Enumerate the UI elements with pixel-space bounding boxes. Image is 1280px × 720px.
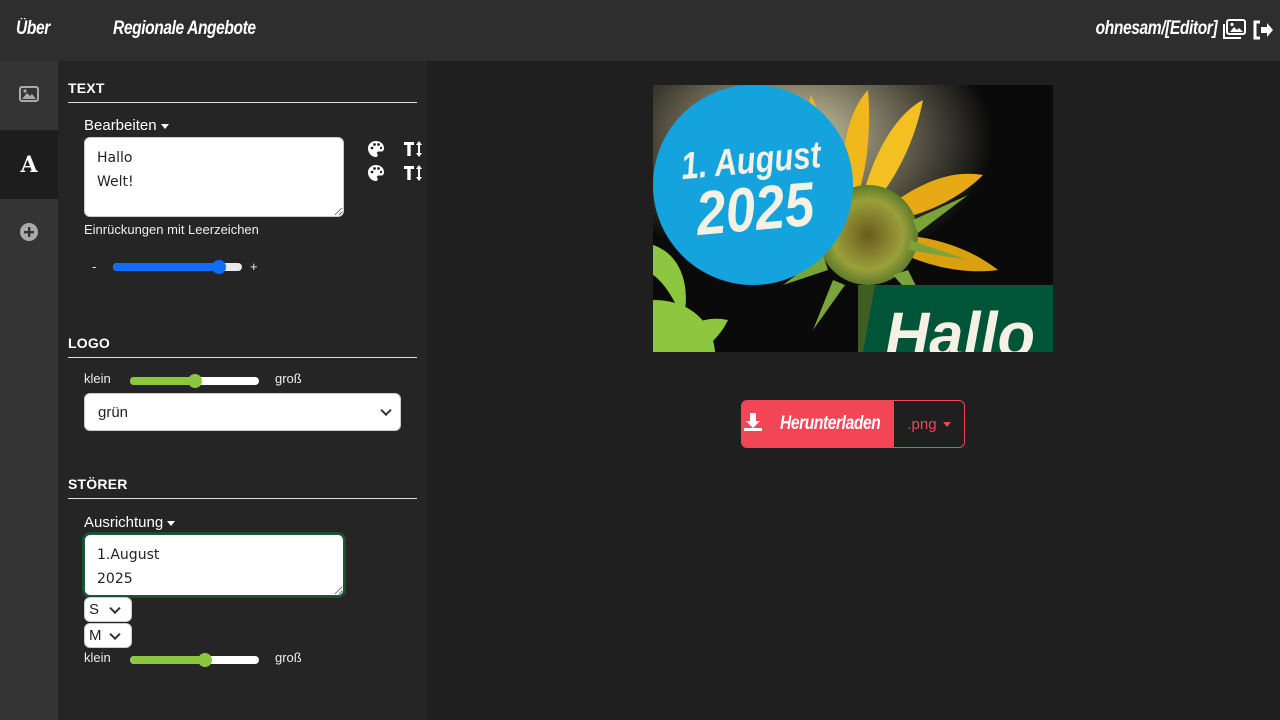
palette-icon[interactable] <box>367 140 385 162</box>
size-minus-button[interactable]: - <box>92 259 96 274</box>
text-size-slider[interactable] <box>113 260 242 274</box>
user-editor-link[interactable]: ohnesam/[Editor] <box>1095 18 1217 40</box>
logo-size-min-label: klein <box>84 371 111 386</box>
text-size-slider-thumb[interactable] <box>211 260 226 274</box>
rail-image-button[interactable] <box>0 61 58 130</box>
download-button-group: Herunterladen .png <box>741 400 965 448</box>
stoerer-size-slider-thumb[interactable] <box>197 653 212 667</box>
text-size-icon[interactable] <box>403 164 423 186</box>
stoerer-text-input[interactable] <box>84 534 344 596</box>
stoerer-position-select[interactable]: S <box>84 597 132 622</box>
regional-offers-link[interactable]: Regionale Angebote <box>113 18 256 40</box>
logout-icon[interactable] <box>1252 19 1276 41</box>
tool-rail: A <box>0 61 58 720</box>
gallery-icon[interactable] <box>1222 19 1246 41</box>
rail-text-button[interactable]: A <box>0 130 58 199</box>
about-link[interactable]: Über <box>16 18 50 40</box>
format-label: .png <box>907 415 937 433</box>
indent-hint: Einrückungen mit Leerzeichen <box>84 222 259 237</box>
top-navbar: Über Regionale Angebote ohnesam/[Editor] <box>0 0 1280 61</box>
stoerer-size-max-label: groß <box>275 650 302 665</box>
download-button-label: Herunterladen <box>780 413 881 434</box>
palette-icon[interactable] <box>367 164 385 186</box>
badge-line-2: 2025 <box>693 170 819 249</box>
logo-color-select-value: grün <box>98 403 129 421</box>
text-size-icon[interactable] <box>403 140 423 162</box>
text-icon: A <box>20 151 38 178</box>
chevron-down-icon <box>380 404 392 417</box>
logo-size-max-label: groß <box>275 371 302 386</box>
chevron-down-icon <box>109 602 121 614</box>
alignment-dropdown-label: Ausrichtung <box>84 514 164 531</box>
caret-down-icon <box>942 421 951 427</box>
settings-panel: TEXT Bearbeiten Einrückungen mit Leerzei… <box>58 61 427 720</box>
sharepic-preview: Hallo 1. August 2025 <box>653 85 1053 352</box>
stoerer-section-title: STÖRER <box>68 476 417 499</box>
text-size-slider-fill <box>113 263 219 271</box>
stoerer-size-select[interactable]: M <box>84 623 132 648</box>
logo-size-slider-thumb[interactable] <box>187 374 202 388</box>
text-section-title: TEXT <box>68 80 417 103</box>
alignment-dropdown[interactable]: Ausrichtung <box>84 514 176 531</box>
stoerer-size-min-label: klein <box>84 650 111 665</box>
stoerer-size-value: M <box>89 627 102 644</box>
logo-section-title: LOGO <box>68 335 417 358</box>
edit-dropdown[interactable]: Bearbeiten <box>84 117 169 134</box>
sharepic-canvas: Hallo 1. August 2025 <box>653 85 1053 352</box>
image-icon <box>19 85 39 106</box>
size-plus-button[interactable]: + <box>250 259 258 274</box>
stoerer-position-value: S <box>89 601 100 618</box>
logo-color-select[interactable]: grün <box>84 393 401 431</box>
chevron-down-icon <box>109 628 121 640</box>
logo-size-slider-fill <box>130 377 195 385</box>
format-dropdown-button[interactable]: .png <box>894 400 965 448</box>
logo-size-slider[interactable] <box>130 374 259 388</box>
caret-down-icon <box>160 123 169 129</box>
text-input[interactable] <box>84 137 344 217</box>
preview-area: Hallo 1. August 2025 Herunterladen .png <box>427 61 1280 720</box>
download-button[interactable]: Herunterladen <box>741 400 894 448</box>
headline-text: Hallo <box>885 299 1035 352</box>
stoerer-size-slider[interactable] <box>130 653 259 667</box>
stoerer-size-slider-fill <box>130 656 205 664</box>
download-icon <box>743 412 763 436</box>
add-icon <box>19 222 39 246</box>
caret-down-icon <box>167 520 176 526</box>
edit-dropdown-label: Bearbeiten <box>84 117 157 134</box>
rail-add-button[interactable] <box>0 199 58 268</box>
